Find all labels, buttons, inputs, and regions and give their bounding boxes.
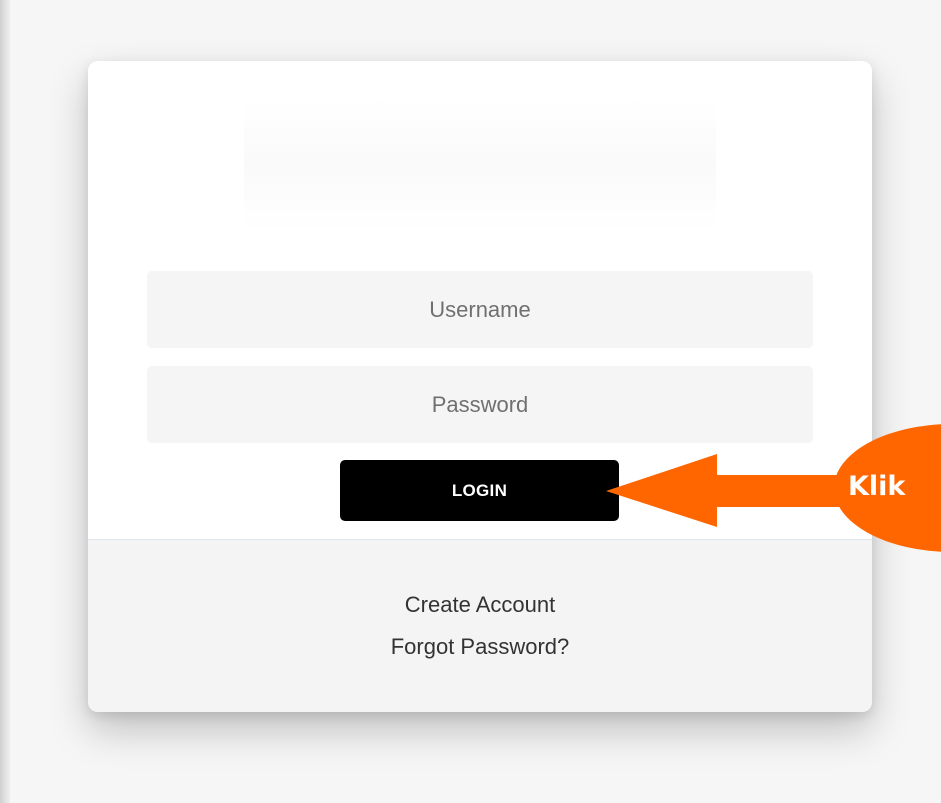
login-card: LOGIN Create Account Forgot Password? [88, 61, 872, 712]
username-input[interactable] [147, 271, 813, 348]
password-input[interactable] [147, 366, 813, 443]
login-button[interactable]: LOGIN [340, 460, 619, 521]
create-account-link[interactable]: Create Account [88, 592, 872, 618]
callout-text: Klik [848, 471, 906, 502]
forgot-password-link[interactable]: Forgot Password? [88, 634, 872, 660]
login-footer: Create Account Forgot Password? [88, 539, 872, 712]
logo-placeholder [244, 97, 716, 232]
